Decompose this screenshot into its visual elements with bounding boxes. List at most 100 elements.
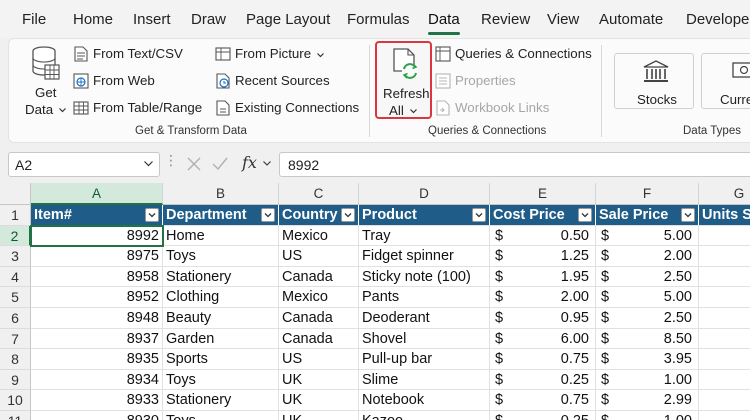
table-cell[interactable] — [699, 308, 750, 329]
tab-data[interactable]: Data — [428, 11, 460, 35]
table-cell[interactable]: Shovel — [359, 328, 490, 350]
table-cell[interactable]: 8933 — [31, 390, 163, 411]
table-cell[interactable]: 8935 — [31, 349, 163, 370]
table-cell[interactable]: Slime — [359, 369, 490, 391]
refresh-all-button[interactable]: Refresh All — [375, 41, 432, 119]
table-cell[interactable] — [699, 226, 750, 247]
filter-dropdown-icon[interactable] — [681, 208, 695, 222]
table-cell[interactable]: Tray — [359, 225, 490, 247]
table-cell[interactable]: 8930 — [31, 411, 163, 420]
table-cell[interactable]: Fidget spinner — [359, 246, 490, 267]
table-cell[interactable]: $8.50 — [596, 328, 699, 350]
table-cell[interactable]: Toys — [163, 369, 279, 391]
spreadsheet-grid[interactable]: ABCDEFG 1234567891011 Item# Department Count… — [0, 183, 750, 420]
table-cell[interactable]: 8948 — [31, 308, 163, 329]
table-cell[interactable]: $3.95 — [596, 349, 699, 370]
tab-home[interactable]: Home — [73, 11, 113, 28]
table-cell[interactable]: US — [279, 349, 359, 370]
table-cell[interactable]: Stationery — [163, 266, 279, 288]
row-header-2[interactable]: 2 — [0, 225, 31, 247]
filter-dropdown-icon[interactable] — [578, 208, 592, 222]
table-header-cell[interactable]: Department — [163, 205, 279, 226]
table-cell[interactable]: $2.00 — [490, 287, 596, 308]
table-cell[interactable]: Canada — [279, 266, 359, 288]
table-cell[interactable]: Clothing — [163, 287, 279, 308]
table-cell[interactable] — [699, 329, 750, 350]
enter-icon[interactable] — [212, 156, 228, 172]
properties-button[interactable]: Properties — [433, 71, 533, 91]
column-header-g[interactable]: G — [699, 183, 750, 205]
filter-dropdown-icon[interactable] — [145, 208, 159, 222]
table-cell[interactable]: $1.25 — [490, 246, 596, 267]
table-cell[interactable] — [699, 246, 750, 267]
table-cell[interactable] — [699, 390, 750, 411]
select-all-corner[interactable] — [0, 183, 31, 205]
table-cell[interactable] — [699, 349, 750, 370]
row-header-7[interactable]: 7 — [0, 328, 31, 350]
table-cell[interactable]: $2.50 — [596, 266, 699, 288]
tab-view[interactable]: View — [547, 11, 579, 28]
table-cell[interactable]: Beauty — [163, 308, 279, 329]
column-header-b[interactable]: B — [163, 183, 279, 205]
currencies-button[interactable]: Currenc — [701, 53, 750, 109]
table-cell[interactable]: 8934 — [31, 369, 163, 391]
table-header-cell[interactable]: Country — [279, 205, 359, 226]
tab-draw[interactable]: Draw — [191, 11, 226, 28]
cancel-icon[interactable] — [186, 156, 202, 172]
column-header-e[interactable]: E — [490, 183, 596, 205]
table-header-cell[interactable]: Units S — [699, 205, 750, 226]
table-cell[interactable]: UK — [279, 390, 359, 411]
name-box[interactable]: A2 — [8, 152, 160, 177]
table-cell[interactable]: $0.95 — [490, 308, 596, 329]
table-cell[interactable]: Mexico — [279, 225, 359, 247]
table-cell[interactable]: $0.25 — [490, 411, 596, 420]
table-cell[interactable]: Kazoo — [359, 411, 490, 420]
table-cell[interactable]: $2.99 — [596, 390, 699, 411]
tab-review[interactable]: Review — [481, 11, 530, 28]
filter-dropdown-icon[interactable] — [472, 208, 486, 222]
table-cell[interactable]: UK — [279, 369, 359, 391]
formula-input[interactable]: 8992 — [279, 152, 750, 177]
table-cell[interactable] — [699, 370, 750, 391]
table-cell[interactable]: Deoderant — [359, 308, 490, 329]
table-cell[interactable]: $1.95 — [490, 266, 596, 288]
row-header-9[interactable]: 9 — [0, 369, 31, 391]
recent-sources-button[interactable]: Recent Sources — [213, 71, 333, 91]
table-cell[interactable]: 8975 — [31, 246, 163, 267]
table-cell[interactable]: Mexico — [279, 287, 359, 308]
column-header-a[interactable]: A — [31, 183, 163, 205]
table-cell[interactable]: $0.25 — [490, 369, 596, 391]
row-header-10[interactable]: 10 — [0, 390, 31, 411]
table-cell[interactable]: 8952 — [31, 287, 163, 308]
tab-developer[interactable]: Developer — [686, 11, 750, 28]
table-cell[interactable]: 8992 — [31, 225, 163, 247]
from-text-csv-button[interactable]: From Text/CSV — [71, 44, 201, 64]
table-cell[interactable]: Canada — [279, 328, 359, 350]
chevron-down-icon[interactable] — [144, 161, 153, 167]
table-header-cell[interactable]: Sale Price — [596, 205, 699, 226]
tab-file[interactable]: File — [22, 11, 46, 28]
table-cell[interactable]: $6.00 — [490, 328, 596, 350]
table-cell[interactable] — [699, 411, 750, 420]
row-header-5[interactable]: 5 — [0, 287, 31, 308]
table-cell[interactable]: $0.75 — [490, 349, 596, 370]
filter-dropdown-icon[interactable] — [261, 208, 275, 222]
chevron-down-icon[interactable] — [263, 161, 271, 166]
row-header-11[interactable]: 11 — [0, 411, 31, 420]
table-cell[interactable]: $0.75 — [490, 390, 596, 411]
column-header-d[interactable]: D — [359, 183, 490, 205]
filter-dropdown-icon[interactable] — [341, 208, 355, 222]
table-cell[interactable]: Pants — [359, 287, 490, 308]
table-cell[interactable] — [699, 267, 750, 288]
existing-connections-button[interactable]: Existing Connections — [213, 98, 359, 118]
row-header-1[interactable]: 1 — [0, 205, 31, 226]
get-data-button[interactable]: Get Data — [23, 43, 67, 119]
more-options-icon[interactable]: ⋮ — [164, 152, 178, 169]
row-header-8[interactable]: 8 — [0, 349, 31, 370]
table-cell[interactable]: Home — [163, 225, 279, 247]
table-header-cell[interactable]: Product — [359, 205, 490, 226]
table-cell[interactable] — [699, 287, 750, 308]
table-cell[interactable]: Toys — [163, 411, 279, 420]
row-header-3[interactable]: 3 — [0, 246, 31, 267]
table-cell[interactable]: $1.00 — [596, 369, 699, 391]
